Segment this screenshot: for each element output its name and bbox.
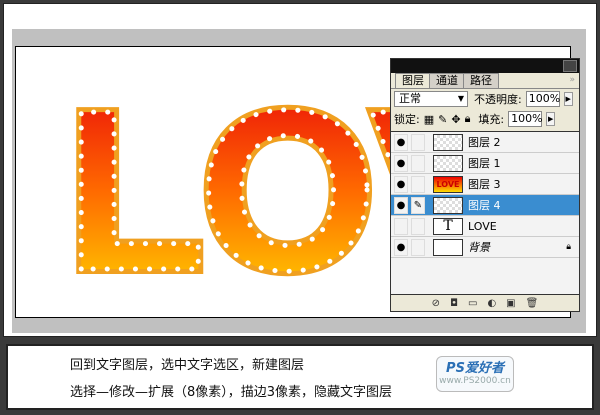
- layer-name: 背景: [468, 241, 490, 254]
- layer-style-icon[interactable]: ⊘: [432, 298, 440, 309]
- layer-row[interactable]: ● 图层 1: [391, 153, 579, 174]
- layer-thumbnail: [433, 133, 463, 151]
- eye-icon[interactable]: ●: [394, 154, 408, 172]
- caption-line-1: 回到文字图层，选中文字选区，新建图层: [70, 358, 305, 373]
- blend-mode-select[interactable]: 正常 ▼: [394, 91, 468, 107]
- layer-thumbnail: [433, 238, 463, 256]
- caption-line-2: 选择—修改—扩展（8像素），描边3像素，隐藏文字图层: [70, 385, 393, 400]
- link-slot[interactable]: [411, 217, 425, 235]
- adjustment-layer-icon[interactable]: ◐: [487, 298, 496, 309]
- eye-icon[interactable]: ●: [394, 133, 408, 151]
- layer-thumbnail: [433, 196, 463, 214]
- logo-url: www.PS2000.cn: [439, 376, 511, 386]
- eye-icon[interactable]: ●: [394, 238, 408, 256]
- lock-transparency-icon[interactable]: ▦: [424, 113, 434, 126]
- text-layer-thumbnail: T: [433, 217, 463, 235]
- tab-channels[interactable]: 通道: [429, 73, 465, 88]
- opacity-label: 不透明度:: [474, 93, 522, 106]
- layer-name: 图层 4: [468, 199, 501, 212]
- link-slot[interactable]: [411, 238, 425, 256]
- fill-label: 填充:: [478, 113, 505, 126]
- eye-icon[interactable]: ●: [394, 175, 408, 193]
- layer-thumbnail: LOVE: [433, 175, 463, 193]
- fill-input[interactable]: 100%: [508, 111, 543, 127]
- layer-thumbnail: [433, 154, 463, 172]
- eye-icon[interactable]: ●: [394, 196, 408, 214]
- minimize-button[interactable]: [563, 60, 577, 72]
- lock-icon: 🔒︎: [566, 242, 571, 252]
- layers-palette: 图层 通道 路径 » 正常 ▼ 不透明度: 100% ▶ 锁定: ▦ ✎ ✥ 🔒︎…: [390, 58, 580, 312]
- link-slot[interactable]: [411, 133, 425, 151]
- blend-mode-value: 正常: [399, 92, 421, 105]
- layer-name: 图层 2: [468, 136, 501, 149]
- lock-label: 锁定:: [394, 113, 420, 126]
- layer-name: 图层 3: [468, 178, 501, 191]
- palette-menu-icon[interactable]: »: [569, 75, 575, 85]
- tab-paths[interactable]: 路径: [463, 73, 499, 88]
- caption-box: 回到文字图层，选中文字选区，新建图层 选择—修改—扩展（8像素），描边3像素，隐…: [6, 344, 594, 410]
- layer-row[interactable]: ● LOVE 图层 3: [391, 174, 579, 195]
- layer-row-selected[interactable]: ● ✎ 图层 4: [391, 195, 579, 216]
- layer-list: ● 图层 2 ● 图层 1 ● LOVE 图层 3 ● ✎ 图层 4 T LOVE ● 背景 🔒︎: [391, 131, 579, 295]
- link-slot[interactable]: [411, 175, 425, 193]
- chevron-down-icon: ▼: [457, 94, 464, 103]
- site-logo: PS爱好者 www.PS2000.cn: [436, 356, 514, 392]
- brush-icon[interactable]: ✎: [411, 196, 425, 214]
- tab-layers[interactable]: 图层: [395, 73, 431, 88]
- eye-slot-hidden[interactable]: [394, 217, 408, 235]
- folder-icon[interactable]: ▭: [468, 298, 477, 309]
- lock-move-icon[interactable]: ✥: [451, 113, 460, 126]
- lock-paint-icon[interactable]: ✎: [438, 113, 447, 126]
- link-slot[interactable]: [411, 154, 425, 172]
- fill-slider-button[interactable]: ▶: [546, 112, 556, 126]
- logo-title: PS爱好者: [446, 361, 504, 376]
- mask-icon[interactable]: ◘: [450, 298, 458, 309]
- opacity-slider-button[interactable]: ▶: [563, 92, 573, 106]
- layer-row[interactable]: ● 图层 2: [391, 132, 579, 153]
- lock-all-icon[interactable]: 🔒︎: [465, 112, 471, 126]
- layer-name: LOVE: [468, 219, 497, 233]
- layer-name: 图层 1: [468, 157, 501, 170]
- palette-titlebar[interactable]: [391, 59, 579, 73]
- new-layer-icon[interactable]: ▣: [506, 298, 515, 309]
- opacity-input[interactable]: 100%: [525, 91, 560, 107]
- layer-row[interactable]: ● 背景 🔒︎: [391, 237, 579, 258]
- layer-row[interactable]: T LOVE: [391, 216, 579, 237]
- trash-icon[interactable]: 🗑︎: [526, 298, 539, 309]
